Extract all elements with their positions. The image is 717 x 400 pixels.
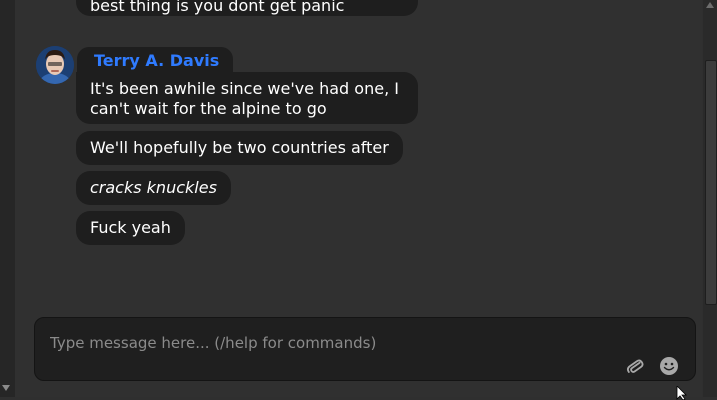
scroll-up-arrow-icon[interactable] xyxy=(706,2,714,8)
smiley-icon[interactable] xyxy=(659,356,679,376)
message-text: Fuck yeah xyxy=(90,218,171,237)
message-text: We'll hopefully be two countries after xyxy=(90,138,389,157)
message-composer xyxy=(34,317,696,381)
message-bubble-previous: best thing is you dont get panic xyxy=(76,0,418,16)
message-bubble: cracks knuckles xyxy=(76,171,231,205)
message-text: cracks knuckles xyxy=(90,178,217,197)
chat-scrollbar[interactable] xyxy=(703,0,717,397)
message-text: best thing is you dont get panic xyxy=(90,0,345,15)
message-input[interactable] xyxy=(50,332,610,354)
user-avatar-icon xyxy=(36,46,74,84)
message-bubble: Fuck yeah xyxy=(76,211,185,245)
scroll-down-arrow-icon[interactable] xyxy=(2,385,10,391)
scrollbar-thumb[interactable] xyxy=(705,60,717,305)
message-bubble: We'll hopefully be two countries after xyxy=(76,131,403,165)
message-bubble: It's been awhile since we've had one, I … xyxy=(76,72,418,124)
message-text: It's been awhile since we've had one, I … xyxy=(90,79,399,118)
avatar[interactable] xyxy=(36,46,74,84)
mouse-cursor-icon xyxy=(676,386,687,400)
message-author-name[interactable]: Terry A. Davis xyxy=(77,47,234,73)
left-sidebar-strip xyxy=(0,0,15,397)
paperclip-icon[interactable] xyxy=(625,356,645,376)
